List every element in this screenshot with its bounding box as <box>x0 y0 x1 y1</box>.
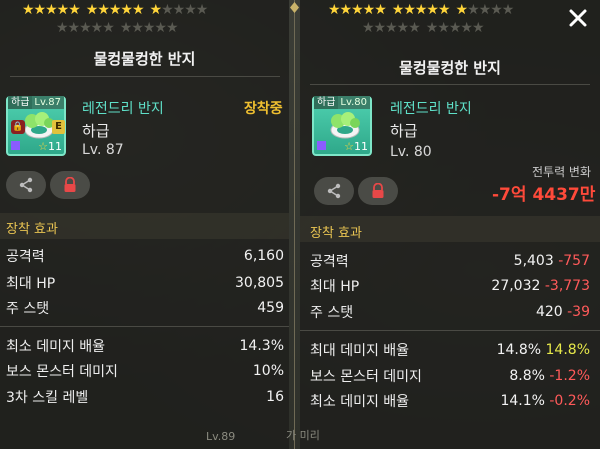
e-badge: E <box>52 120 65 134</box>
star-force-row-bottom: ★★★★★ ★★★★★ <box>362 20 485 36</box>
compare-item-panel: ★★★★★ ★★★★★ ★★★★★ ★★★★★ ★★★★★ 물컹물컹한 반지 하급 Lv… <box>286 0 600 449</box>
lock-button[interactable] <box>50 171 90 199</box>
stat-row-extra: 보스 몬스터 데미지 8.8% -1.2% <box>310 368 590 385</box>
share-button[interactable] <box>314 177 354 205</box>
stat-row-attack: 공격력 5,403 -757 <box>310 253 590 270</box>
item-icon-tag: 하급 Lv.87 <box>8 96 64 109</box>
section-title: 장착 효과 <box>6 222 58 237</box>
item-title: 물컹물컹한 반지 <box>399 59 501 77</box>
title-divider <box>310 84 590 85</box>
lock-badge-icon: 🔒 <box>11 120 25 134</box>
stat-row-main-stat: 주 스탯 420 -39 <box>310 304 590 321</box>
stat-row-attack: 공격력 6,160 <box>6 248 284 265</box>
share-icon <box>327 183 341 199</box>
stats-divider <box>0 326 289 327</box>
stats-divider <box>300 330 600 331</box>
stat-row-hp: 최대 HP 27,032 -3,773 <box>310 278 590 295</box>
item-grade: 하급 <box>390 122 418 140</box>
stat-row-extra: 3차 스킬 레벨 16 <box>6 389 284 406</box>
grade-square-icon <box>11 141 20 150</box>
star-count-badge: ☆11 <box>344 140 368 153</box>
item-title: 물컹물컹한 반지 <box>93 50 196 68</box>
bottom-text: 가 미리 <box>286 429 320 442</box>
item-level: Lv. 87 <box>82 142 124 158</box>
lock-icon <box>372 183 384 198</box>
combat-power-label: 전투력 변화 <box>532 165 592 179</box>
stat-row-extra: 최대 데미지 배율 14.8% 14.8% <box>310 342 590 359</box>
panel-divider <box>289 0 300 449</box>
stat-diff: -0.2% <box>549 393 590 409</box>
item-grade: 하급 <box>82 122 110 140</box>
combat-power-change: -7억 4437만 <box>492 185 596 205</box>
stat-row-extra: 최소 데미지 배율 14.1% -0.2% <box>310 393 590 410</box>
equipped-item-panel: ★★★★★ ★★★★★ ★★★★★ ★★★★★ ★★★★★ 물컹물컹한 반지 하급 Lv… <box>0 0 289 449</box>
stat-row-extra: 최소 데미지 배율 14.3% <box>6 338 284 355</box>
item-name: 레전드리 반지 <box>390 101 472 117</box>
star-force-row-top: ★★★★★ ★★★★★ ★★★★★ <box>328 2 514 18</box>
lock-icon <box>64 177 76 192</box>
ring-icon <box>330 112 360 139</box>
item-level: Lv. 80 <box>390 144 432 160</box>
stat-diff: -39 <box>567 304 590 320</box>
lock-button[interactable] <box>358 177 398 205</box>
item-icon-tag: 하급 Lv.80 <box>314 96 370 109</box>
star-force-row-top: ★★★★★ ★★★★★ ★★★★★ <box>22 2 208 18</box>
item-icon[interactable]: 하급 Lv.80 ☆11 <box>312 96 372 156</box>
stat-diff: -3,773 <box>544 278 590 294</box>
title-divider <box>10 76 280 77</box>
section-title: 장착 효과 <box>310 226 362 241</box>
equipped-status: 장착중 <box>244 101 283 117</box>
share-icon <box>19 177 33 193</box>
grade-square-icon <box>317 141 326 150</box>
stat-diff: 14.8% <box>545 342 590 358</box>
stat-diff: -757 <box>558 253 590 269</box>
close-icon[interactable] <box>566 6 590 30</box>
bottom-level-text: Lv.89 <box>206 430 236 443</box>
stat-row-main-stat: 주 스탯 459 <box>6 300 284 317</box>
share-button[interactable] <box>6 171 46 199</box>
stat-diff: -1.2% <box>549 368 590 384</box>
item-name: 레전드리 반지 <box>82 101 164 117</box>
item-icon[interactable]: 하급 Lv.87 🔒 E ☆11 <box>6 96 66 156</box>
ring-icon <box>24 112 54 139</box>
stat-row-hp: 최대 HP 30,805 <box>6 275 284 292</box>
star-force-row-bottom: ★★★★★ ★★★★★ <box>56 20 179 36</box>
stat-row-extra: 보스 몬스터 데미지 10% <box>6 363 284 380</box>
star-count-badge: ☆11 <box>38 140 62 153</box>
